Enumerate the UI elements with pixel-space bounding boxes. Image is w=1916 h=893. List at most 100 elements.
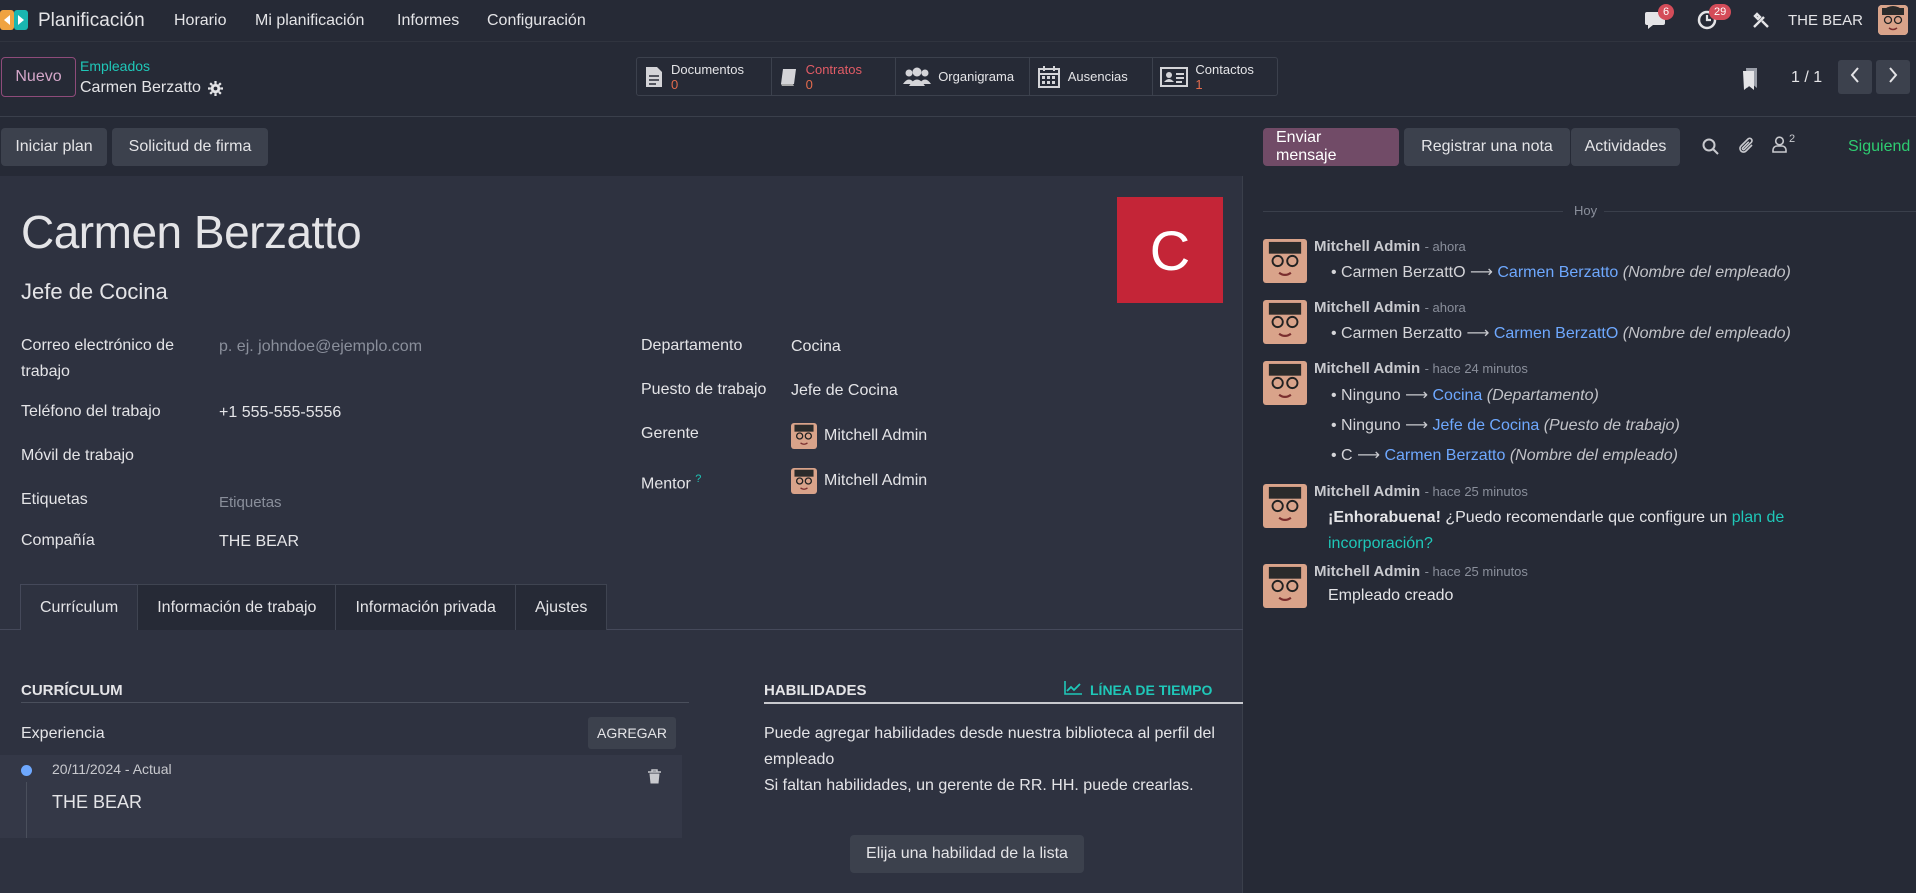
- resume-section-title: CURRÍCULUM: [21, 682, 123, 699]
- tracking-value-change: • C ⟶ Carmen Berzatto (Nombre del emplea…: [1331, 447, 1678, 464]
- absences-label: Ausencias: [1067, 69, 1128, 84]
- pick-skill-button[interactable]: Elija una habilidad de la lista: [850, 835, 1084, 873]
- tab-resume[interactable]: Currículum: [20, 584, 139, 630]
- employee-name[interactable]: Carmen Berzatto: [21, 205, 362, 259]
- work-mobile-input[interactable]: [219, 443, 599, 469]
- mentor-field[interactable]: Mitchell Admin: [791, 468, 927, 494]
- breadcrumb-parent[interactable]: Empleados: [80, 58, 150, 74]
- message-author[interactable]: Mitchell Admin: [1314, 299, 1420, 316]
- tracking-value-change: • Carmen BerzattO ⟶ Carmen Berzatto (Nom…: [1331, 264, 1791, 281]
- app-switcher-icon[interactable]: [0, 8, 28, 32]
- resume-divider: [21, 702, 689, 703]
- debug-tools-icon[interactable]: [1752, 11, 1772, 31]
- message-author-avatar[interactable]: [1263, 564, 1307, 608]
- message-author-avatar[interactable]: [1263, 300, 1307, 344]
- new-value: Cocina: [1432, 387, 1483, 404]
- message-author[interactable]: Mitchell Admin: [1314, 360, 1420, 377]
- field-name: (Puesto de trabajo): [1543, 417, 1680, 434]
- message-header: Mitchell Admin - ahora: [1314, 299, 1466, 317]
- trash-icon[interactable]: [648, 769, 662, 785]
- smart-button-org-chart[interactable]: Organigrama: [896, 58, 1030, 95]
- old-value: Carmen BerzattO: [1341, 264, 1466, 281]
- chat-count-badge: 6: [1658, 4, 1675, 20]
- work-email-input[interactable]: p. ej. johndoe@ejemplo.com: [219, 338, 422, 356]
- tab-settings[interactable]: Ajustes: [514, 584, 608, 630]
- message-author-avatar[interactable]: [1263, 361, 1307, 405]
- work-phone-input[interactable]: +1 555-555-5556: [219, 404, 341, 422]
- message-time: - ahora: [1424, 300, 1466, 315]
- company-name[interactable]: THE BEAR: [1788, 12, 1863, 29]
- smart-button-contacts[interactable]: Contactos 1: [1153, 58, 1277, 95]
- message-header: Mitchell Admin - hace 25 minutos: [1314, 563, 1528, 581]
- gear-icon[interactable]: [208, 81, 224, 97]
- new-value: Carmen BerzattO: [1493, 325, 1619, 342]
- menu-informes[interactable]: Informes: [397, 12, 459, 30]
- message-author[interactable]: Mitchell Admin: [1314, 238, 1420, 255]
- id-card-icon: [1159, 65, 1189, 89]
- followers-count: 2: [1789, 133, 1796, 145]
- message-author-avatar[interactable]: [1263, 239, 1307, 283]
- app-name[interactable]: Planificación: [38, 10, 145, 32]
- message-author[interactable]: Mitchell Admin: [1314, 563, 1420, 580]
- user-avatar[interactable]: [1878, 5, 1908, 35]
- chat-icon[interactable]: 6: [1644, 4, 1675, 32]
- start-plan-button[interactable]: Iniciar plan: [1, 128, 107, 166]
- notebook-tabs: Currículum Información de trabajo Inform…: [20, 584, 608, 630]
- chevron-right-icon: [1888, 66, 1898, 88]
- experience-label: Experiencia: [21, 725, 105, 742]
- menu-horario[interactable]: Horario: [174, 12, 226, 30]
- smart-button-absences[interactable]: Ausencias: [1030, 58, 1154, 95]
- bookmark-icon[interactable]: [1742, 68, 1760, 90]
- pager-next-button[interactable]: [1876, 60, 1910, 94]
- menu-configuracion[interactable]: Configuración: [487, 12, 586, 30]
- tab-work-information[interactable]: Información de trabajo: [137, 584, 337, 630]
- following-button[interactable]: Siguiend: [1848, 138, 1910, 156]
- activity-clock-icon[interactable]: 29: [1697, 4, 1732, 32]
- signature-request-button[interactable]: Solicitud de firma: [112, 128, 268, 166]
- employee-avatar[interactable]: C: [1117, 197, 1223, 303]
- message-body: ¡Enhorabuena! ¿Puedo recomendarle que co…: [1328, 505, 1828, 557]
- skills-help-text: Puede agregar habilidades desde nuestra …: [764, 721, 1239, 799]
- company-field[interactable]: THE BEAR: [219, 533, 299, 551]
- document-icon: [643, 65, 665, 89]
- manager-name: Mitchell Admin: [824, 427, 928, 444]
- send-message-button[interactable]: Enviar mensaje: [1263, 128, 1399, 166]
- new-button[interactable]: Nuevo: [1, 57, 76, 97]
- manager-field[interactable]: Mitchell Admin: [791, 423, 927, 449]
- skills-section-title: HABILIDADES: [764, 682, 867, 699]
- followers-button[interactable]: 2: [1772, 133, 1802, 158]
- manager-label: Gerente: [641, 425, 699, 442]
- smart-button-contracts[interactable]: Contratos 0: [772, 58, 897, 95]
- activities-button[interactable]: Actividades: [1571, 128, 1680, 166]
- activity-count-badge: 29: [1709, 4, 1732, 20]
- employee-job-title[interactable]: Jefe de Cocina: [21, 279, 168, 305]
- tracking-value-change: • Ninguno ⟶ Jefe de Cocina (Puesto de tr…: [1331, 417, 1680, 434]
- old-value: Carmen Berzatto: [1341, 325, 1462, 342]
- tags-input[interactable]: Etiquetas: [219, 494, 282, 511]
- users-icon: [902, 65, 932, 89]
- skills-divider: [764, 702, 1243, 704]
- message-author[interactable]: Mitchell Admin: [1314, 483, 1420, 500]
- search-icon[interactable]: [1702, 138, 1720, 156]
- log-note-button[interactable]: Registrar una nota: [1404, 128, 1570, 166]
- work-mobile-label: Móvil de trabajo: [21, 447, 134, 464]
- field-name: (Nombre del empleado): [1622, 264, 1791, 281]
- pager-previous-button[interactable]: [1838, 60, 1872, 94]
- timeline-button[interactable]: LÍNEA DE TIEMPO: [1064, 681, 1212, 698]
- add-resume-line-button[interactable]: AGREGAR: [588, 717, 676, 749]
- tracking-value-change: • Ninguno ⟶ Cocina (Departamento): [1331, 387, 1599, 404]
- menu-mi-planificacion[interactable]: Mi planificación: [255, 12, 364, 30]
- department-field[interactable]: Cocina: [791, 338, 841, 356]
- line-chart-icon: [1064, 681, 1082, 698]
- tab-private-information[interactable]: Información privada: [335, 584, 516, 630]
- message-author-avatar[interactable]: [1263, 484, 1307, 528]
- book-icon: [778, 65, 800, 89]
- pager-value[interactable]: 1 / 1: [1791, 69, 1822, 87]
- mentor-help-tooltip[interactable]: ?: [695, 473, 701, 485]
- mentor-label-text: Mentor: [641, 475, 691, 493]
- job-position-field[interactable]: Jefe de Cocina: [791, 382, 898, 400]
- smart-button-documents[interactable]: Documentos 0: [637, 58, 772, 95]
- paperclip-icon[interactable]: [1737, 137, 1757, 157]
- company-label: Compañía: [21, 532, 95, 549]
- message-time: - hace 25 minutos: [1424, 564, 1528, 579]
